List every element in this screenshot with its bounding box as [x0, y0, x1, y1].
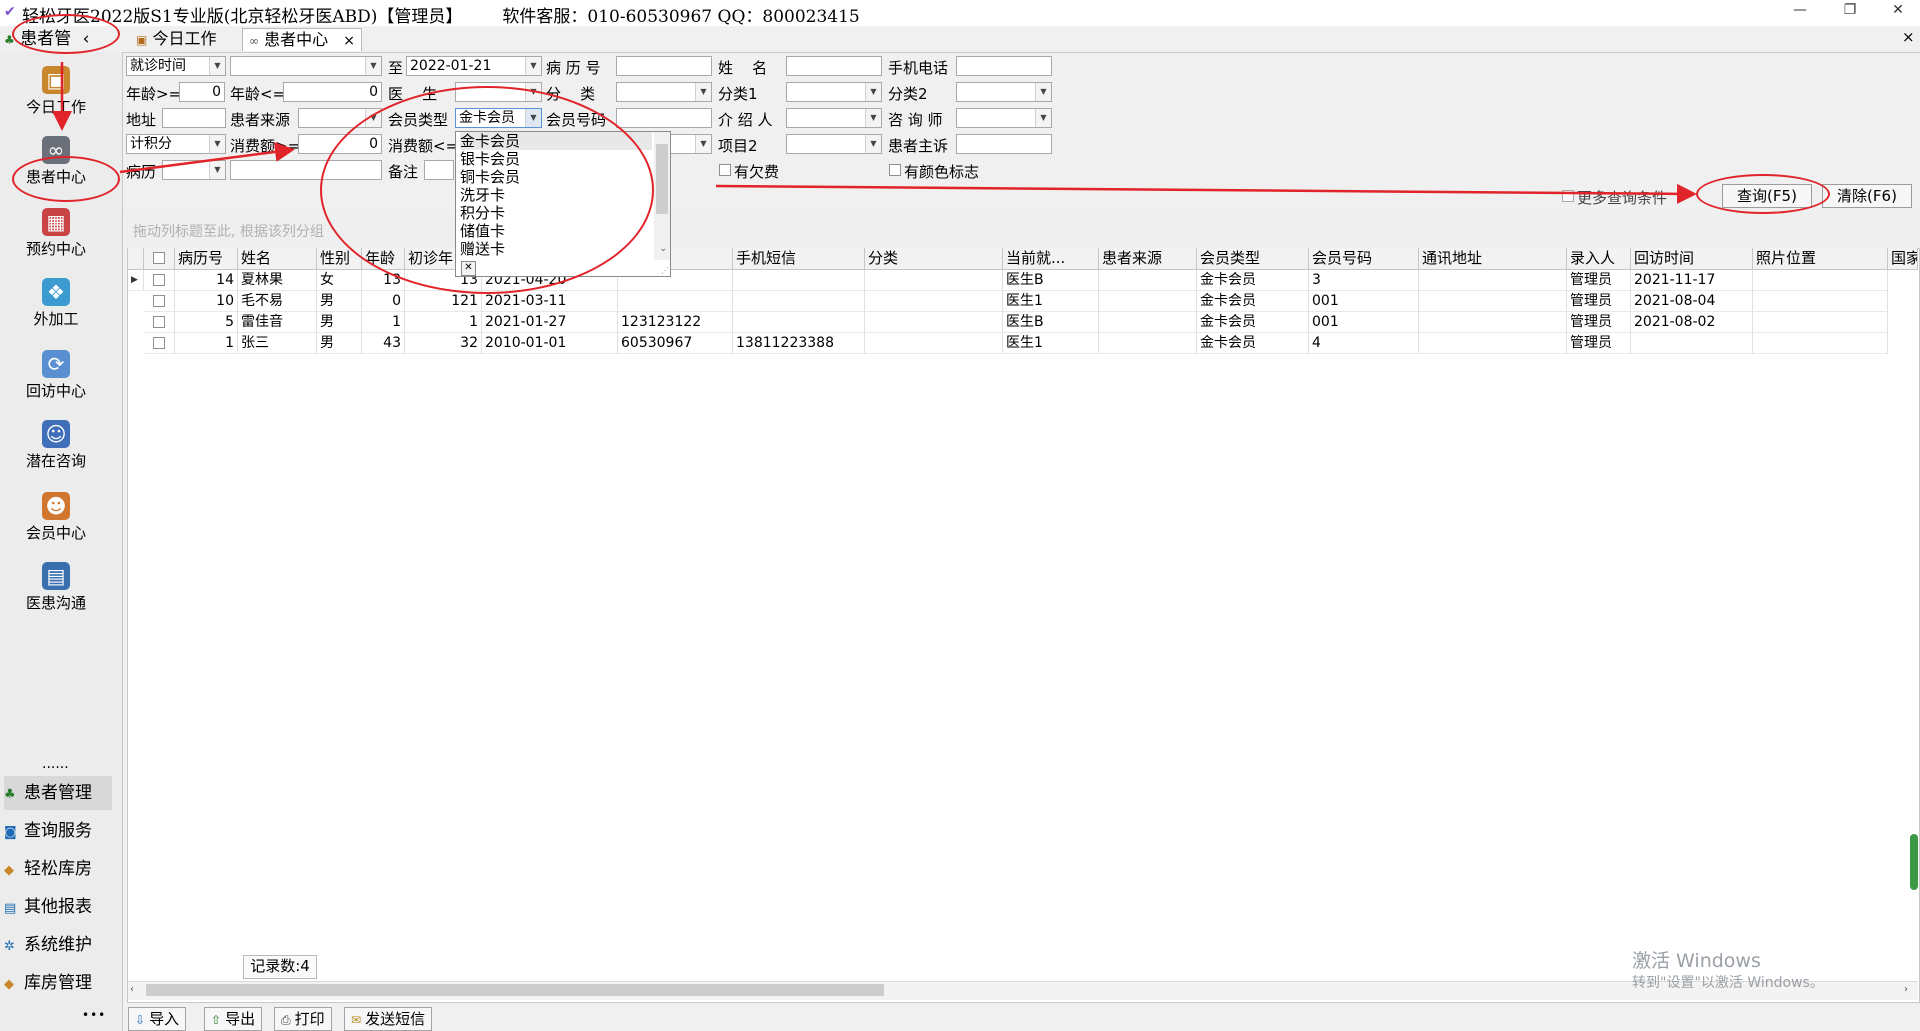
annotation-arrow-to-query — [715, 183, 1697, 204]
annotation-arrows — [52, 62, 1697, 204]
annotation-arrow-to-spend — [119, 142, 295, 174]
